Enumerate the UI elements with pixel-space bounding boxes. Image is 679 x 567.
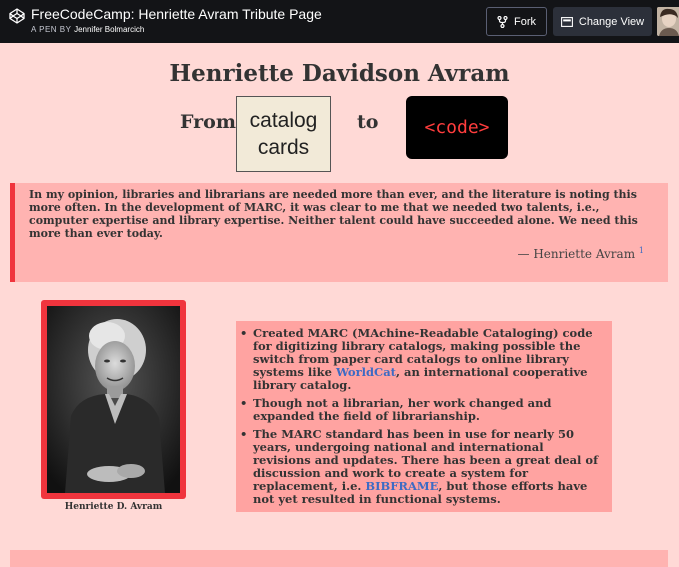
change-view-button[interactable]: Change View <box>553 7 652 36</box>
fact-1-marc-c: C <box>482 326 493 340</box>
list-item: The MARC standard has been in use for ne… <box>240 428 602 506</box>
change-view-label: Change View <box>578 15 645 28</box>
codepen-logo-icon[interactable] <box>9 8 25 24</box>
list-item: Created MARC (MAchine-Readable Catalogin… <box>240 326 602 392</box>
fork-icon <box>497 15 508 28</box>
catalog-line-1: catalog <box>249 109 318 132</box>
catalog-cards-box: catalog cards <box>236 96 331 172</box>
to-label: to <box>357 111 379 133</box>
quote-text: In my opinion, libraries and librarians … <box>29 188 638 240</box>
pen-byline: A PEN BY Jennifer Bolmarcich <box>31 25 144 34</box>
photo-frame <box>41 300 186 499</box>
facts-list-box: Created MARC (MAchine-Readable Catalogin… <box>236 321 612 512</box>
portrait-image <box>47 306 180 493</box>
fact-1-text: Created MARC ( <box>253 326 358 340</box>
layout-icon <box>560 16 573 27</box>
footnote-link[interactable]: 1 <box>639 246 644 255</box>
user-avatar[interactable] <box>657 7 679 36</box>
fact-1-marc-chine: chine- <box>379 326 420 340</box>
fork-label: Fork <box>514 15 536 28</box>
fact-1-marc-r: R <box>419 326 429 340</box>
from-label: From <box>180 111 236 133</box>
bibframe-link[interactable]: BIBFRAME <box>365 479 438 493</box>
page-title: Henriette Davidson Avram <box>169 60 510 87</box>
list-item: Though not a librarian, her work changed… <box>240 396 602 423</box>
byline-prefix: A PEN BY <box>31 25 72 34</box>
catalog-line-2: cards <box>257 136 310 159</box>
attribution-text: — Henriette Avram <box>517 247 636 261</box>
quote-attribution: — Henriette Avram 1 <box>518 246 645 261</box>
author-link[interactable]: Jennifer Bolmarcich <box>74 25 144 34</box>
fork-button[interactable]: Fork <box>486 7 547 36</box>
facts-list: Created MARC (MAchine-Readable Catalogin… <box>240 326 602 506</box>
pen-title: FreeCodeCamp: Henriette Avram Tribute Pa… <box>31 6 322 22</box>
fact-1-marc-eadable: eadable <box>428 326 483 340</box>
quote-block: In my opinion, libraries and librarians … <box>10 183 668 282</box>
photo-caption: Henriette D. Avram <box>64 502 163 512</box>
fact-1-marc-ma: MA <box>357 326 380 340</box>
fact-2-text: Though not a librarian, her work changed… <box>253 396 552 423</box>
next-section-band <box>10 550 668 567</box>
code-box: <code> <box>406 96 508 159</box>
codepen-topbar: FreeCodeCamp: Henriette Avram Tribute Pa… <box>0 0 679 43</box>
worldcat-link[interactable]: WorldCat <box>336 365 396 379</box>
